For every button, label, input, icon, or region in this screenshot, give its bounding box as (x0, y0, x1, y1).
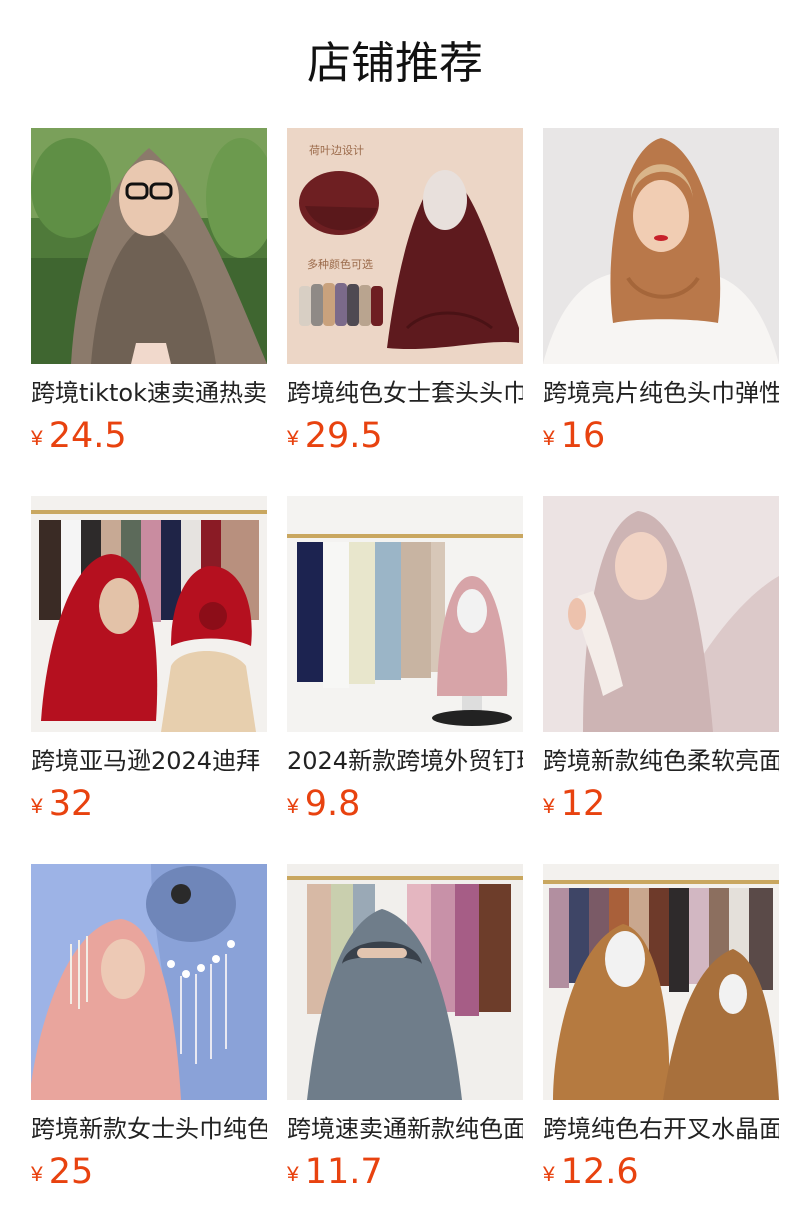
product-image[interactable] (287, 864, 523, 1100)
product-price: ¥9.8 (287, 782, 523, 833)
product-card[interactable]: 跨境新款纯色柔软亮面 ¥12 (543, 496, 779, 833)
product-title[interactable]: 跨境纯色女士套头头巾 (287, 376, 523, 410)
currency-symbol: ¥ (287, 795, 299, 818)
currency-symbol: ¥ (543, 427, 555, 450)
product-card[interactable]: 跨境亮片纯色头巾弹性 ¥16 (543, 128, 779, 465)
price-value: 29.5 (304, 416, 383, 456)
product-image[interactable]: 荷叶边设计 多种颜色可选 (287, 128, 523, 364)
product-price: ¥29.5 (287, 414, 523, 465)
price-value: 12.6 (560, 1152, 639, 1192)
product-title[interactable]: 跨境亮片纯色头巾弹性 (543, 376, 779, 410)
product-image[interactable] (31, 496, 267, 732)
product-card[interactable]: 跨境亚马逊2024迪拜 ¥32 (31, 496, 267, 833)
hijab-woman-silk-photo (543, 496, 779, 732)
product-image[interactable] (31, 128, 267, 364)
product-title[interactable]: 跨境新款女士头巾纯色 (31, 1112, 267, 1146)
product-price: ¥16 (543, 414, 779, 465)
product-card[interactable]: 2024新款跨境外贸钉珠 ¥9.8 (287, 496, 523, 833)
product-card[interactable]: 荷叶边设计 多种颜色可选 跨境纯色女士套头头巾 ¥29.5 (287, 128, 523, 465)
price-value: 16 (560, 416, 606, 456)
product-price: ¥12.6 (543, 1150, 779, 1201)
currency-symbol: ¥ (287, 1163, 299, 1186)
currency-symbol: ¥ (31, 1163, 43, 1186)
product-card[interactable]: 跨境tiktok速卖通热卖 ¥24.5 (31, 128, 267, 465)
price-value: 11.7 (304, 1152, 383, 1192)
product-price: ¥11.7 (287, 1150, 523, 1201)
image-caption: 多种颜色可选 (307, 257, 373, 271)
currency-symbol: ¥ (287, 427, 299, 450)
hijab-woman-outdoor-photo (31, 128, 267, 364)
price-value: 12 (560, 784, 606, 824)
niqab-grey-mannequin-photo (287, 864, 523, 1100)
hijab-woman-sequin-photo (543, 128, 779, 364)
product-image[interactable] (543, 496, 779, 732)
product-card[interactable]: 跨境新款女士头巾纯色 ¥25 (31, 864, 267, 1201)
price-value: 32 (48, 784, 94, 824)
product-image[interactable] (287, 496, 523, 732)
page-title: 店铺推荐 (307, 38, 483, 89)
hijab-pink-tassel-photo (31, 864, 267, 1100)
hijab-caramel-mannequin-photo (543, 864, 779, 1100)
product-title[interactable]: 跨境速卖通新款纯色面 (287, 1112, 523, 1146)
product-card[interactable]: 跨境纯色右开叉水晶面 ¥12.6 (543, 864, 779, 1201)
hijab-red-mannequin-photo (31, 496, 267, 732)
price-value: 24.5 (48, 416, 127, 456)
product-image[interactable] (31, 864, 267, 1100)
price-value: 25 (48, 1152, 94, 1192)
product-image[interactable] (543, 864, 779, 1100)
product-title[interactable]: 跨境tiktok速卖通热卖 (31, 376, 267, 410)
currency-symbol: ¥ (543, 795, 555, 818)
product-price: ¥32 (31, 782, 267, 833)
product-price: ¥25 (31, 1150, 267, 1201)
product-image[interactable] (543, 128, 779, 364)
product-price: ¥12 (543, 782, 779, 833)
product-title[interactable]: 跨境亚马逊2024迪拜 (31, 744, 267, 778)
currency-symbol: ¥ (31, 795, 43, 818)
price-value: 9.8 (304, 784, 361, 824)
currency-symbol: ¥ (31, 427, 43, 450)
product-price: ¥24.5 (31, 414, 267, 465)
product-title[interactable]: 跨境新款纯色柔软亮面 (543, 744, 779, 778)
hijab-rack-pearl-photo (287, 496, 523, 732)
product-card[interactable]: 跨境速卖通新款纯色面 ¥11.7 (287, 864, 523, 1201)
hijab-mannequin-burgundy-photo: 荷叶边设计 多种颜色可选 (287, 128, 523, 364)
product-title[interactable]: 2024新款跨境外贸钉珠 (287, 744, 523, 778)
image-caption: 荷叶边设计 (309, 144, 364, 157)
product-title[interactable]: 跨境纯色右开叉水晶面 (543, 1112, 779, 1146)
currency-symbol: ¥ (543, 1163, 555, 1186)
